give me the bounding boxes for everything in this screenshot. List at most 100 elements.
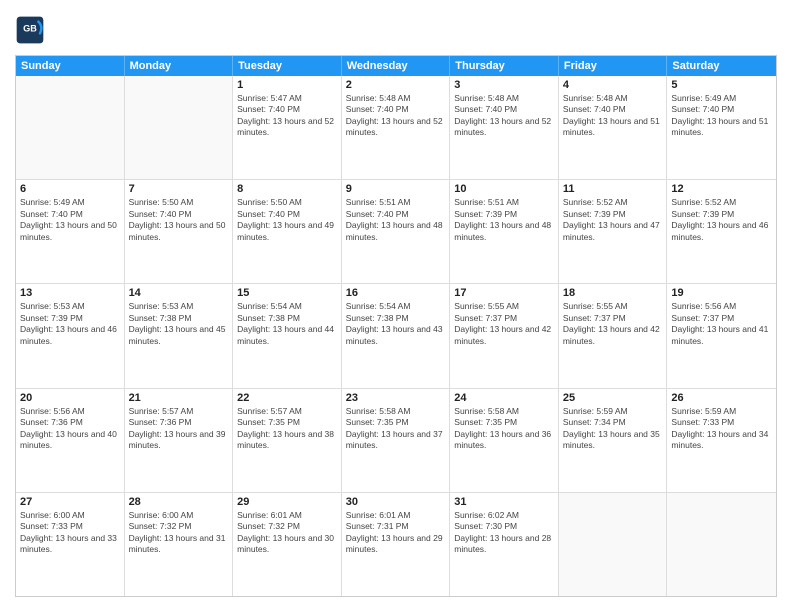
weekday-header: Wednesday xyxy=(342,56,451,76)
cell-details: Sunrise: 5:56 AM Sunset: 7:37 PM Dayligh… xyxy=(671,301,772,347)
day-number: 19 xyxy=(671,287,772,299)
cell-details: Sunrise: 5:59 AM Sunset: 7:33 PM Dayligh… xyxy=(671,406,772,452)
cell-details: Sunrise: 5:57 AM Sunset: 7:36 PM Dayligh… xyxy=(129,406,229,452)
day-number: 27 xyxy=(20,496,120,508)
calendar-cell: 5 Sunrise: 5:49 AM Sunset: 7:40 PM Daylig… xyxy=(667,76,776,179)
calendar-cell: 16 Sunrise: 5:54 AM Sunset: 7:38 PM Dayli… xyxy=(342,284,451,387)
cell-details: Sunrise: 5:53 AM Sunset: 7:38 PM Dayligh… xyxy=(129,301,229,347)
cell-details: Sunrise: 5:47 AM Sunset: 7:40 PM Dayligh… xyxy=(237,93,337,139)
calendar-cell xyxy=(667,493,776,596)
calendar-cell: 23 Sunrise: 5:58 AM Sunset: 7:35 PM Dayli… xyxy=(342,389,451,492)
cell-details: Sunrise: 6:00 AM Sunset: 7:33 PM Dayligh… xyxy=(20,510,120,556)
cell-details: Sunrise: 5:48 AM Sunset: 7:40 PM Dayligh… xyxy=(346,93,446,139)
day-number: 1 xyxy=(237,79,337,91)
day-number: 31 xyxy=(454,496,554,508)
svg-text:GB: GB xyxy=(23,24,37,34)
calendar-cell: 27 Sunrise: 6:00 AM Sunset: 7:33 PM Dayli… xyxy=(16,493,125,596)
cell-details: Sunrise: 5:51 AM Sunset: 7:40 PM Dayligh… xyxy=(346,197,446,243)
day-number: 8 xyxy=(237,183,337,195)
calendar-cell xyxy=(16,76,125,179)
day-number: 29 xyxy=(237,496,337,508)
weekday-header: Monday xyxy=(125,56,234,76)
calendar-cell: 31Sunrise: 6:02 AM Sunset: 7:30 PM Dayli… xyxy=(450,493,559,596)
day-number: 20 xyxy=(20,392,120,404)
calendar-cell: 9 Sunrise: 5:51 AM Sunset: 7:40 PM Daylig… xyxy=(342,180,451,283)
cell-details: Sunrise: 5:57 AM Sunset: 7:35 PM Dayligh… xyxy=(237,406,337,452)
calendar-cell: 22 Sunrise: 5:57 AM Sunset: 7:35 PM Dayli… xyxy=(233,389,342,492)
day-number: 26 xyxy=(671,392,772,404)
day-number: 2 xyxy=(346,79,446,91)
day-number: 22 xyxy=(237,392,337,404)
cell-details: Sunrise: 5:58 AM Sunset: 7:35 PM Dayligh… xyxy=(346,406,446,452)
calendar-cell: 1 Sunrise: 5:47 AM Sunset: 7:40 PM Daylig… xyxy=(233,76,342,179)
calendar-cell: 17 Sunrise: 5:55 AM Sunset: 7:37 PM Dayli… xyxy=(450,284,559,387)
calendar-cell: 6Sunrise: 5:49 AM Sunset: 7:40 PM Daylig… xyxy=(16,180,125,283)
logo: GB xyxy=(15,15,49,45)
calendar-cell: 21Sunrise: 5:57 AM Sunset: 7:36 PM Dayli… xyxy=(125,389,234,492)
day-number: 13 xyxy=(20,287,120,299)
day-number: 17 xyxy=(454,287,554,299)
calendar-cell: 2 Sunrise: 5:48 AM Sunset: 7:40 PM Daylig… xyxy=(342,76,451,179)
weekday-header: Friday xyxy=(559,56,668,76)
day-number: 10 xyxy=(454,183,554,195)
calendar-cell: 20 Sunrise: 5:56 AM Sunset: 7:36 PM Dayli… xyxy=(16,389,125,492)
calendar-body: 1 Sunrise: 5:47 AM Sunset: 7:40 PM Daylig… xyxy=(16,76,776,596)
day-number: 4 xyxy=(563,79,663,91)
calendar-cell: 28 Sunrise: 6:00 AM Sunset: 7:32 PM Dayli… xyxy=(125,493,234,596)
day-number: 14 xyxy=(129,287,229,299)
day-number: 28 xyxy=(129,496,229,508)
day-number: 15 xyxy=(237,287,337,299)
cell-details: Sunrise: 5:48 AM Sunset: 7:40 PM Dayligh… xyxy=(563,93,663,139)
cell-details: Sunrise: 6:01 AM Sunset: 7:31 PM Dayligh… xyxy=(346,510,446,556)
cell-details: Sunrise: 5:56 AM Sunset: 7:36 PM Dayligh… xyxy=(20,406,120,452)
calendar-cell: 13 Sunrise: 5:53 AM Sunset: 7:39 PM Dayli… xyxy=(16,284,125,387)
cell-details: Sunrise: 5:53 AM Sunset: 7:39 PM Dayligh… xyxy=(20,301,120,347)
weekday-header: Sunday xyxy=(16,56,125,76)
cell-details: Sunrise: 5:55 AM Sunset: 7:37 PM Dayligh… xyxy=(454,301,554,347)
calendar-cell: 12Sunrise: 5:52 AM Sunset: 7:39 PM Dayli… xyxy=(667,180,776,283)
calendar-cell: 30Sunrise: 6:01 AM Sunset: 7:31 PM Dayli… xyxy=(342,493,451,596)
calendar-cell: 26 Sunrise: 5:59 AM Sunset: 7:33 PM Dayli… xyxy=(667,389,776,492)
cell-details: Sunrise: 5:50 AM Sunset: 7:40 PM Dayligh… xyxy=(129,197,229,243)
day-number: 18 xyxy=(563,287,663,299)
cell-details: Sunrise: 5:50 AM Sunset: 7:40 PM Dayligh… xyxy=(237,197,337,243)
calendar-cell: 11Sunrise: 5:52 AM Sunset: 7:39 PM Dayli… xyxy=(559,180,668,283)
day-number: 24 xyxy=(454,392,554,404)
calendar-cell xyxy=(559,493,668,596)
cell-details: Sunrise: 5:52 AM Sunset: 7:39 PM Dayligh… xyxy=(563,197,663,243)
cell-details: Sunrise: 5:54 AM Sunset: 7:38 PM Dayligh… xyxy=(237,301,337,347)
cell-details: Sunrise: 5:48 AM Sunset: 7:40 PM Dayligh… xyxy=(454,93,554,139)
calendar-cell: 29Sunrise: 6:01 AM Sunset: 7:32 PM Dayli… xyxy=(233,493,342,596)
day-number: 16 xyxy=(346,287,446,299)
day-number: 5 xyxy=(671,79,772,91)
cell-details: Sunrise: 5:51 AM Sunset: 7:39 PM Dayligh… xyxy=(454,197,554,243)
day-number: 25 xyxy=(563,392,663,404)
day-number: 3 xyxy=(454,79,554,91)
calendar-row: 20 Sunrise: 5:56 AM Sunset: 7:36 PM Dayli… xyxy=(16,389,776,493)
page-header: GB xyxy=(15,15,777,45)
cell-details: Sunrise: 5:54 AM Sunset: 7:38 PM Dayligh… xyxy=(346,301,446,347)
day-number: 9 xyxy=(346,183,446,195)
calendar-cell xyxy=(125,76,234,179)
weekday-header: Saturday xyxy=(667,56,776,76)
calendar-cell: 15 Sunrise: 5:54 AM Sunset: 7:38 PM Dayli… xyxy=(233,284,342,387)
calendar-cell: 8 Sunrise: 5:50 AM Sunset: 7:40 PM Daylig… xyxy=(233,180,342,283)
calendar: SundayMondayTuesdayWednesdayThursdayFrid… xyxy=(15,55,777,597)
day-number: 23 xyxy=(346,392,446,404)
calendar-row: 13 Sunrise: 5:53 AM Sunset: 7:39 PM Dayli… xyxy=(16,284,776,388)
calendar-cell: 14 Sunrise: 5:53 AM Sunset: 7:38 PM Dayli… xyxy=(125,284,234,387)
calendar-page: GB SundayMondayTuesdayWednesdayThursdayF… xyxy=(0,0,792,612)
calendar-cell: 25Sunrise: 5:59 AM Sunset: 7:34 PM Dayli… xyxy=(559,389,668,492)
cell-details: Sunrise: 5:49 AM Sunset: 7:40 PM Dayligh… xyxy=(20,197,120,243)
calendar-row: 6Sunrise: 5:49 AM Sunset: 7:40 PM Daylig… xyxy=(16,180,776,284)
cell-details: Sunrise: 5:49 AM Sunset: 7:40 PM Dayligh… xyxy=(671,93,772,139)
calendar-cell: 3 Sunrise: 5:48 AM Sunset: 7:40 PM Daylig… xyxy=(450,76,559,179)
calendar-cell: 24 Sunrise: 5:58 AM Sunset: 7:35 PM Dayli… xyxy=(450,389,559,492)
cell-details: Sunrise: 6:00 AM Sunset: 7:32 PM Dayligh… xyxy=(129,510,229,556)
calendar-row: 27 Sunrise: 6:00 AM Sunset: 7:33 PM Dayli… xyxy=(16,493,776,596)
calendar-cell: 7Sunrise: 5:50 AM Sunset: 7:40 PM Daylig… xyxy=(125,180,234,283)
calendar-cell: 18Sunrise: 5:55 AM Sunset: 7:37 PM Dayli… xyxy=(559,284,668,387)
cell-details: Sunrise: 5:58 AM Sunset: 7:35 PM Dayligh… xyxy=(454,406,554,452)
calendar-header: SundayMondayTuesdayWednesdayThursdayFrid… xyxy=(16,56,776,76)
cell-details: Sunrise: 5:52 AM Sunset: 7:39 PM Dayligh… xyxy=(671,197,772,243)
